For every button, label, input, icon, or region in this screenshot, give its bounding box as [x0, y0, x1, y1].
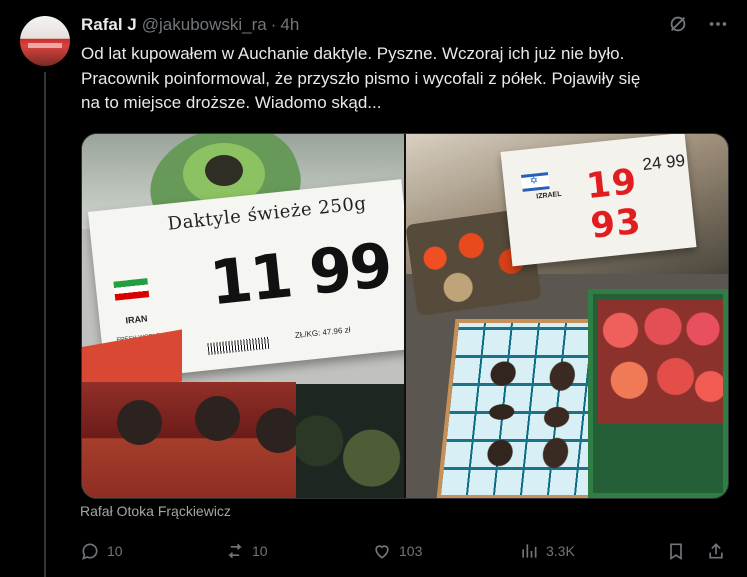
price-label-israel: IZRAEL 19 93 24 99 — [500, 134, 697, 267]
views-count: 3.3K — [546, 543, 575, 559]
post-media[interactable]: Daktyle świeże 250g IRAN FRESH WORLD INT… — [81, 133, 729, 499]
apples — [598, 299, 723, 424]
post-text-line-1: Od lat kupowałem w Auchanie daktyle. Pys… — [81, 44, 625, 63]
author-handle[interactable]: @jakubowski_ra — [142, 15, 267, 35]
thread-line — [44, 72, 46, 577]
israel-flag-icon — [521, 172, 550, 192]
reply-count: 10 — [107, 543, 123, 559]
like-button[interactable]: 103 — [372, 541, 422, 561]
author-name[interactable]: Rafal J — [81, 15, 137, 35]
post-top-actions — [667, 13, 729, 35]
media-image-left[interactable]: Daktyle świeże 250g IRAN FRESH WORLD INT… — [82, 134, 404, 498]
post-actions: 10 10 103 3.3K — [80, 537, 730, 565]
reply-button[interactable]: 10 — [80, 541, 123, 561]
views-icon — [519, 541, 539, 561]
grok-icon[interactable] — [667, 13, 689, 35]
bookmark-icon — [666, 541, 686, 561]
like-count: 103 — [399, 543, 423, 559]
heart-icon — [372, 541, 392, 561]
unit-price: ZŁ/KG: 47.96 zł — [294, 325, 351, 341]
iran-flag-icon — [113, 278, 150, 301]
post-time[interactable]: 4h — [280, 15, 299, 35]
post-text-line-2: Pracownik poinformowal, że przyszło pism… — [81, 68, 641, 88]
label-country: IRAN — [125, 313, 148, 326]
reply-icon — [80, 541, 100, 561]
views-button[interactable]: 3.3K — [519, 541, 575, 561]
bookmark-button[interactable] — [666, 541, 686, 561]
label-country-israel: IZRAEL — [536, 190, 562, 201]
avatar[interactable] — [20, 16, 70, 66]
repost-icon — [225, 541, 245, 561]
post-text: Od lat kupowałem w Auchanie daktyle. Pys… — [81, 42, 731, 116]
label-price: 11 99 — [206, 229, 394, 320]
share-button[interactable] — [706, 541, 726, 561]
media-image-right[interactable]: IZRAEL 19 93 24 99 — [406, 134, 728, 498]
barcode-icon — [207, 336, 271, 356]
post-header: Rafal J @jakubowski_ra · 4h — [81, 13, 299, 37]
date-boxes-left — [82, 382, 296, 498]
avocados-shelf — [296, 384, 404, 498]
repost-count: 10 — [252, 543, 268, 559]
post-text-line-3: na to miejsce droższe. Wiadomo skąd... — [81, 93, 382, 112]
avocado-pit — [205, 155, 243, 186]
share-icon — [706, 541, 726, 561]
separator-dot: · — [270, 15, 277, 34]
more-icon[interactable] — [707, 13, 729, 35]
media-byline[interactable]: Rafał Otoka Frąckiewicz — [80, 503, 231, 519]
repost-button[interactable]: 10 — [225, 541, 268, 561]
